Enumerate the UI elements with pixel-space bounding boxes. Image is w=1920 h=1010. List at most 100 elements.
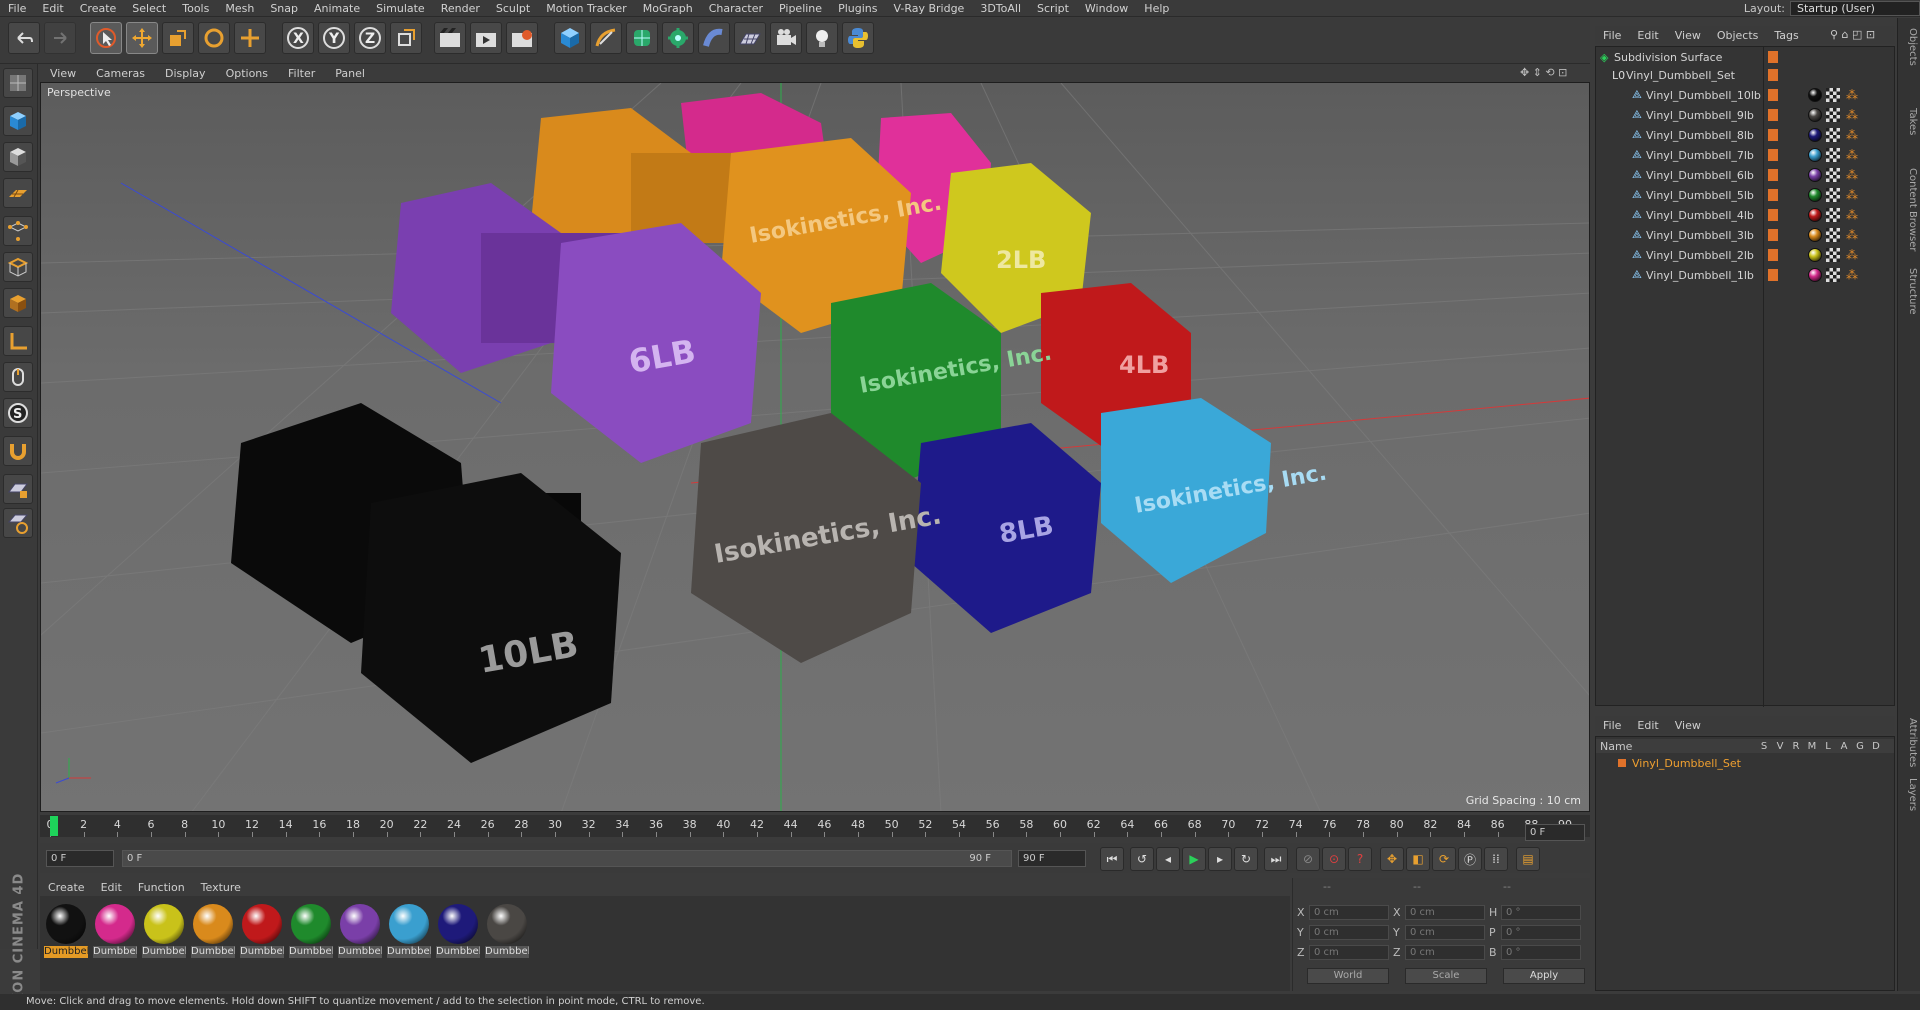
spline-pen-icon[interactable] bbox=[590, 22, 622, 54]
coordinate-system-icon[interactable] bbox=[390, 22, 422, 54]
material-swatch[interactable]: Dumbbell bbox=[44, 902, 88, 958]
side-tab-attributes[interactable]: Attributes bbox=[1900, 718, 1918, 767]
apply-button[interactable]: Apply bbox=[1503, 968, 1585, 984]
texture-mode-icon[interactable] bbox=[3, 142, 33, 172]
cube-primitive-icon[interactable] bbox=[554, 22, 586, 54]
selection-tag-icon[interactable]: ⁂ bbox=[1846, 249, 1858, 261]
next-frame-icon[interactable]: ▸ bbox=[1208, 847, 1232, 871]
menu-mesh[interactable]: Mesh bbox=[217, 0, 262, 17]
undo-icon[interactable] bbox=[8, 22, 40, 54]
menu-select[interactable]: Select bbox=[124, 0, 174, 17]
layer-color-marker[interactable] bbox=[1768, 249, 1778, 261]
menu-script[interactable]: Script bbox=[1029, 0, 1077, 17]
snapping-icon[interactable]: S bbox=[3, 398, 33, 428]
rot-p-field[interactable]: 0 ° bbox=[1501, 925, 1581, 940]
material-tag-icon[interactable] bbox=[1808, 248, 1822, 262]
python-icon[interactable] bbox=[842, 22, 874, 54]
uvw-tag-icon[interactable] bbox=[1826, 168, 1840, 182]
selection-tag-icon[interactable]: ⁂ bbox=[1846, 209, 1858, 221]
layer-menu-file[interactable]: File bbox=[1595, 719, 1629, 732]
layer-row[interactable]: Vinyl_Dumbbell_Set bbox=[1596, 755, 1894, 771]
layer-color-marker[interactable] bbox=[1768, 109, 1778, 121]
layer-column-s[interactable]: S bbox=[1756, 741, 1772, 752]
uvw-tag-icon[interactable] bbox=[1826, 88, 1840, 102]
selection-tag-icon[interactable]: ⁂ bbox=[1846, 169, 1858, 181]
layer-column-m[interactable]: M bbox=[1804, 741, 1820, 752]
layer-column-r[interactable]: R bbox=[1788, 741, 1804, 752]
selection-tag-icon[interactable]: ⁂ bbox=[1846, 189, 1858, 201]
layer-menu-edit[interactable]: Edit bbox=[1629, 719, 1666, 732]
pos-z-field[interactable]: 0 cm bbox=[1309, 945, 1389, 960]
key-scale-icon[interactable]: ◧ bbox=[1406, 847, 1430, 871]
object-menu-tags[interactable]: Tags bbox=[1766, 29, 1806, 42]
object-row-subdivision-surface[interactable]: ◈ Subdivision Surface bbox=[1596, 47, 1894, 67]
redo-icon[interactable] bbox=[44, 22, 76, 54]
uvw-tag-icon[interactable] bbox=[1826, 208, 1840, 222]
layer-color-marker[interactable] bbox=[1768, 51, 1778, 63]
selection-tag-icon[interactable]: ⁂ bbox=[1846, 109, 1858, 121]
magnet-icon[interactable] bbox=[3, 436, 33, 466]
selection-tag-icon[interactable]: ⁂ bbox=[1846, 269, 1858, 281]
material-tag-icon[interactable] bbox=[1808, 148, 1822, 162]
uvw-tag-icon[interactable] bbox=[1826, 128, 1840, 142]
floor-icon[interactable] bbox=[734, 22, 766, 54]
end-frame-field[interactable]: 90 F bbox=[1018, 850, 1086, 867]
material-tag-icon[interactable] bbox=[1808, 268, 1822, 282]
key-parameter-icon[interactable]: Ⓟ bbox=[1458, 847, 1482, 871]
viewport-menu-cameras[interactable]: Cameras bbox=[86, 67, 155, 80]
menu-v-ray-bridge[interactable]: V-Ray Bridge bbox=[885, 0, 972, 17]
layout-dropdown[interactable]: Startup (User) bbox=[1790, 1, 1920, 16]
layer-column-d[interactable]: D bbox=[1868, 741, 1884, 752]
subdivision-surface-icon[interactable] bbox=[626, 22, 658, 54]
autokeying-icon[interactable]: ⊙ bbox=[1322, 847, 1346, 871]
timeline-window-icon[interactable]: ▤ bbox=[1516, 847, 1540, 871]
layer-color-marker[interactable] bbox=[1768, 89, 1778, 101]
side-tab-layers[interactable]: Layers bbox=[1900, 778, 1918, 811]
live-selection-icon[interactable] bbox=[90, 22, 122, 54]
layer-menu-view[interactable]: View bbox=[1667, 719, 1709, 732]
side-tab-takes[interactable]: Takes bbox=[1900, 108, 1918, 135]
menu-simulate[interactable]: Simulate bbox=[368, 0, 433, 17]
selection-tag-icon[interactable]: ⁂ bbox=[1846, 149, 1858, 161]
menu-3dtoall[interactable]: 3DToAll bbox=[972, 0, 1029, 17]
object-menu-objects[interactable]: Objects bbox=[1709, 29, 1767, 42]
previous-frame-icon[interactable]: ◂ bbox=[1156, 847, 1180, 871]
key-point-level-icon[interactable]: ⁞⁞ bbox=[1484, 847, 1508, 871]
material-swatch[interactable]: Dumbbell bbox=[485, 902, 529, 958]
side-tab-structure[interactable]: Structure bbox=[1900, 268, 1918, 315]
viewport-camera-label[interactable]: Perspective bbox=[47, 86, 111, 99]
workplane-lock-icon[interactable] bbox=[3, 474, 33, 504]
material-menu-edit[interactable]: Edit bbox=[93, 881, 130, 894]
viewport-menu-panel[interactable]: Panel bbox=[325, 67, 375, 80]
tweak-mode-icon[interactable] bbox=[3, 362, 33, 392]
viewport-menu-view[interactable]: View bbox=[40, 67, 86, 80]
recent-tools-icon[interactable] bbox=[234, 22, 266, 54]
menu-edit[interactable]: Edit bbox=[34, 0, 71, 17]
render-settings-icon[interactable] bbox=[506, 22, 538, 54]
polygons-mode-icon[interactable] bbox=[3, 288, 33, 318]
material-swatch[interactable]: Dumbbell bbox=[93, 902, 137, 958]
side-tab-objects[interactable]: Objects bbox=[1900, 28, 1918, 66]
move-tool-icon[interactable] bbox=[126, 22, 158, 54]
menu-tools[interactable]: Tools bbox=[174, 0, 217, 17]
preview-range-slider[interactable]: 0 F 90 F bbox=[122, 850, 1012, 867]
layer-color-marker[interactable] bbox=[1768, 129, 1778, 141]
object-menu-edit[interactable]: Edit bbox=[1629, 29, 1666, 42]
x-axis-lock-icon[interactable]: X bbox=[282, 22, 314, 54]
material-swatch[interactable]: Dumbbell bbox=[387, 902, 431, 958]
material-swatch[interactable]: Dumbbell bbox=[289, 902, 333, 958]
material-tag-icon[interactable] bbox=[1808, 88, 1822, 102]
menu-animate[interactable]: Animate bbox=[306, 0, 368, 17]
menu-pipeline[interactable]: Pipeline bbox=[771, 0, 830, 17]
layer-column-g[interactable]: G bbox=[1852, 741, 1868, 752]
dumbbell-10lb[interactable]: 10LB bbox=[231, 403, 621, 763]
rot-h-field[interactable]: 0 ° bbox=[1501, 905, 1581, 920]
workplane-mode-icon[interactable] bbox=[3, 178, 33, 208]
object-menu-view[interactable]: View bbox=[1667, 29, 1709, 42]
cloner-icon[interactable] bbox=[662, 22, 694, 54]
keyframe-selection-icon[interactable]: ? bbox=[1348, 847, 1372, 871]
material-swatch[interactable]: Dumbbell bbox=[240, 902, 284, 958]
object-row-group[interactable]: L0 Vinyl_Dumbbell_Set bbox=[1596, 65, 1894, 85]
selection-tag-icon[interactable]: ⁂ bbox=[1846, 229, 1858, 241]
camera-icon[interactable] bbox=[770, 22, 802, 54]
